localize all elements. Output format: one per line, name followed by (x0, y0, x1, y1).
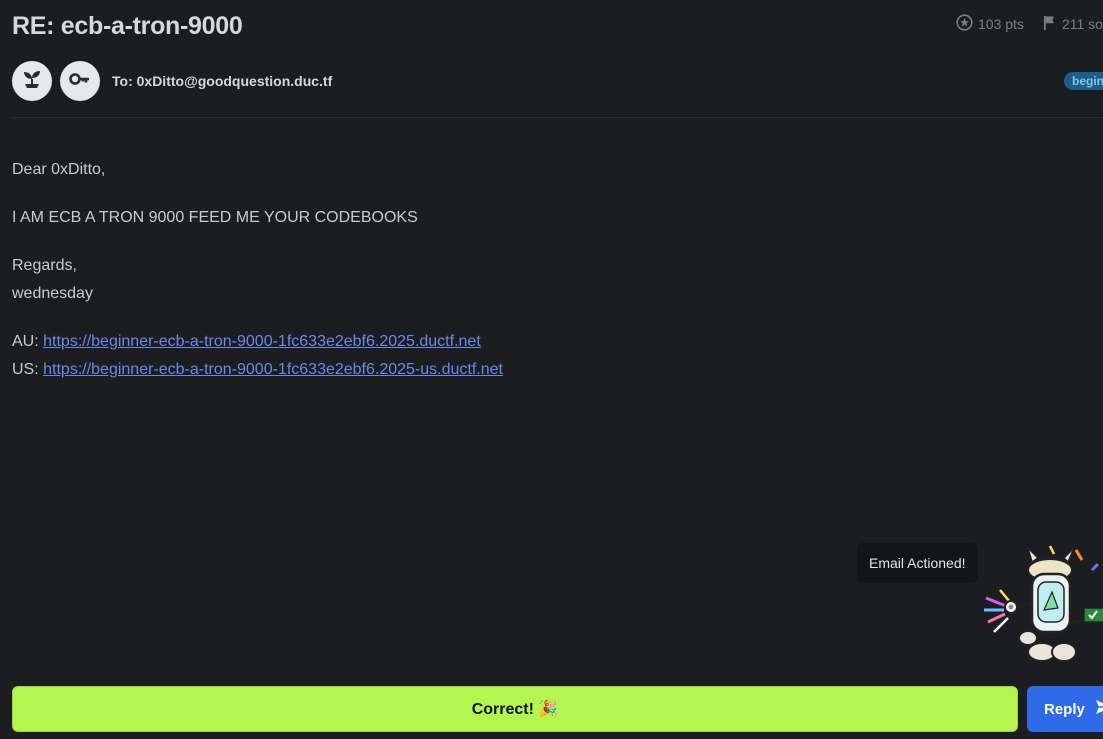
header-divider (12, 117, 1103, 118)
message: I AM ECB A TRON 9000 FEED ME YOUR CODEBO… (12, 209, 418, 226)
points-indicator: 103 pts (956, 14, 1024, 34)
solves-text: 211 sol (1061, 16, 1103, 32)
signature: wednesday (12, 285, 93, 302)
correct-button-label: Correct! 🎉 (471, 701, 559, 718)
us-label: US: (12, 361, 39, 378)
send-icon (1085, 699, 1103, 719)
correct-button[interactable]: Correct! 🎉 (12, 686, 1018, 732)
reply-button-label: Reply (1044, 700, 1085, 718)
au-label: AU: (12, 333, 39, 350)
links: AU: https://beginner-ecb-a-tron-9000-1fc… (12, 328, 503, 384)
star-circle-icon (956, 14, 978, 34)
au-link[interactable]: https://beginner-ecb-a-tron-9000-1fc633e… (43, 333, 481, 350)
sprout-icon (21, 68, 43, 95)
email-subject: RE: ecb-a-tron-9000 (12, 12, 243, 40)
avatar-group (12, 61, 108, 101)
toast-notification: Email Actioned! (857, 543, 978, 583)
avatar-sprout (12, 61, 52, 101)
key-icon (68, 67, 92, 96)
us-link[interactable]: https://beginner-ecb-a-tron-9000-1fc633e… (43, 361, 503, 378)
email-body: Dear 0xDitto, I AM ECB A TRON 9000 FEED … (12, 156, 503, 404)
reply-button[interactable]: Reply (1027, 686, 1103, 732)
category-tag: beginn (1064, 72, 1103, 90)
email-view: RE: ecb-a-tron-9000 103 pts 211 sol To: … (0, 0, 1103, 739)
recipient-line: To: 0xDitto@goodquestion.duc.tf (112, 73, 333, 89)
solves-indicator: 211 sol (1042, 15, 1103, 34)
regards: Regards, (12, 257, 77, 274)
greeting: Dear 0xDitto, (12, 161, 106, 178)
avatar-key (60, 61, 100, 101)
flag-icon (1042, 15, 1062, 34)
points-text: 103 pts (978, 16, 1024, 32)
mascot-illustration (980, 540, 1103, 677)
challenge-meta: 103 pts 211 sol (956, 14, 1103, 34)
sign-off: Regards, wednesday (12, 252, 503, 308)
